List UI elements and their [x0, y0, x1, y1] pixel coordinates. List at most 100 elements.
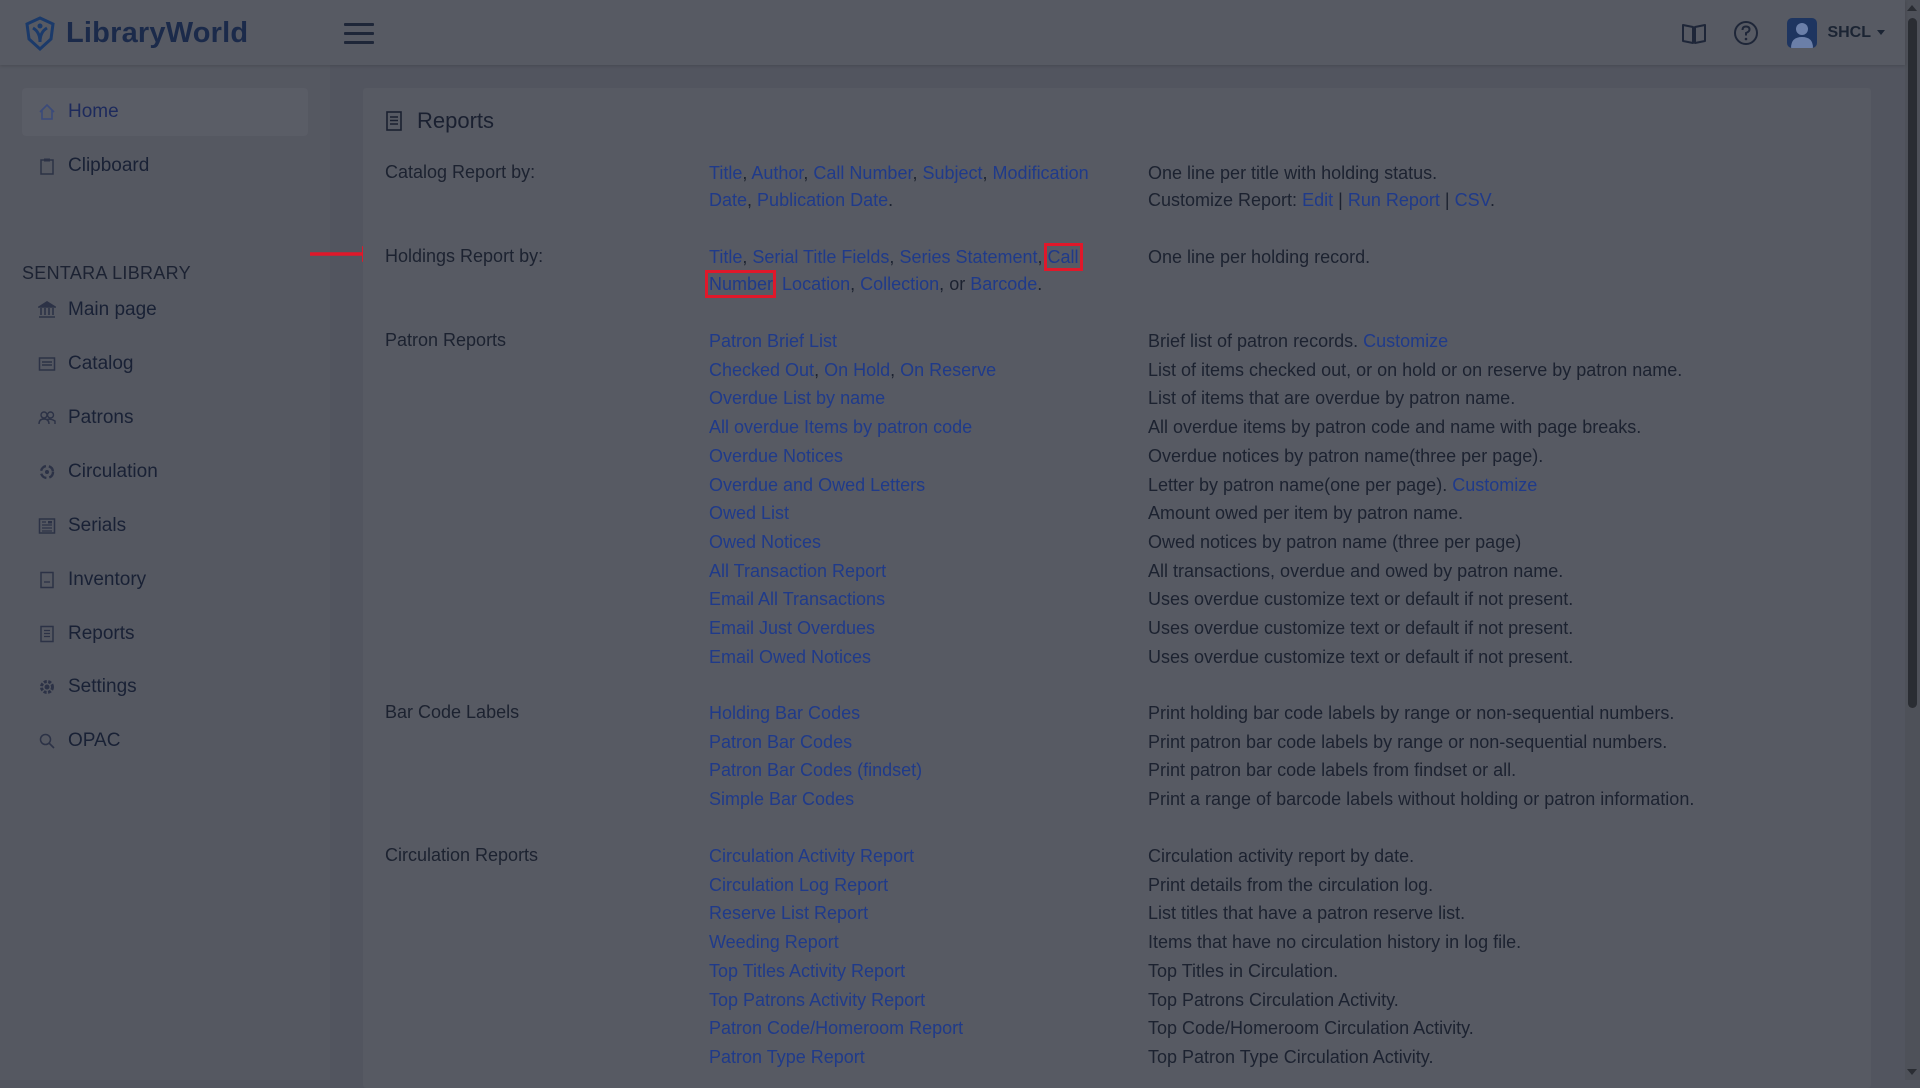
overdue-owed-letters-link[interactable]: Overdue and Owed Letters: [709, 475, 925, 495]
circulation-log-report-link[interactable]: Circulation Log Report: [709, 875, 888, 895]
holdings-series-statement-link[interactable]: Series Statement: [899, 247, 1037, 267]
menu-toggle-icon[interactable]: [344, 20, 374, 46]
scroll-thumb[interactable]: [1908, 18, 1917, 708]
sidebar-item-clipboard[interactable]: Clipboard: [22, 142, 308, 190]
scroll-up-icon[interactable]: [1907, 5, 1917, 11]
chevron-down-icon[interactable]: [1877, 30, 1885, 35]
holdings-barcode-link[interactable]: Barcode: [970, 274, 1037, 294]
help-icon[interactable]: [1731, 18, 1761, 48]
sidebar-item-inventory[interactable]: Inventory: [22, 556, 308, 604]
email-owed-notices-link[interactable]: Email Owed Notices: [709, 647, 871, 667]
gear-icon: [36, 676, 58, 698]
library-section-label: SENTARA LIBRARY: [22, 263, 191, 283]
catalog-report-label: Catalog Report by:: [385, 162, 536, 182]
holdings-location-link[interactable]: Location: [782, 274, 850, 294]
catalog-author-link[interactable]: Author: [751, 163, 803, 183]
reports-icon: [386, 111, 402, 131]
catalog-subject-link[interactable]: Subject: [922, 163, 982, 183]
holdings-collection-link[interactable]: Collection: [860, 274, 939, 294]
library-logo-icon: [25, 16, 55, 51]
holdings-report-label: Holdings Report by:: [385, 246, 544, 266]
top-patrons-activity-report-link[interactable]: Top Patrons Activity Report: [709, 990, 925, 1010]
checked-out-link[interactable]: Checked Out: [709, 360, 814, 380]
scroll-down-icon[interactable]: [1907, 1069, 1917, 1075]
patron-code-homeroom-report-link[interactable]: Patron Code/Homeroom Report: [709, 1018, 963, 1038]
simple-bar-codes-link[interactable]: Simple Bar Codes: [709, 789, 854, 809]
sidebar: Home Clipboard SENTARA LIBRARY Main page…: [0, 65, 330, 1080]
email-all-transactions-link[interactable]: Email All Transactions: [709, 589, 885, 609]
patron-type-report-link[interactable]: Patron Type Report: [709, 1047, 865, 1067]
search-icon: [36, 730, 58, 752]
on-reserve-link[interactable]: On Reserve: [900, 360, 996, 380]
sidebar-item-catalog[interactable]: Catalog: [22, 340, 308, 388]
inventory-icon: [36, 569, 58, 591]
page-title: Reports: [385, 108, 494, 134]
sidebar-item-label: Clipboard: [68, 155, 150, 176]
reports-card: Reports Catalog Report by: Title, Author…: [363, 88, 1871, 1088]
catalog-publication-date-link[interactable]: Publication Date: [757, 190, 888, 210]
patron-brief-list-link[interactable]: Patron Brief List: [709, 331, 837, 351]
catalog-modification-date-link[interactable]: Date: [709, 190, 747, 210]
sidebar-item-opac[interactable]: OPAC: [22, 717, 308, 765]
sidebar-item-label: Patrons: [68, 407, 134, 428]
avatar[interactable]: [1787, 17, 1818, 48]
holdings-call-number-link[interactable]: Call: [1043, 243, 1083, 271]
circulation-icon: [36, 461, 58, 483]
sidebar-item-home[interactable]: Home: [22, 88, 308, 136]
holdings-title-link[interactable]: Title: [709, 247, 742, 267]
sidebar-item-label: Home: [68, 101, 119, 122]
patron-bar-codes-link[interactable]: Patron Bar Codes: [709, 732, 852, 752]
run-report-link[interactable]: Run Report: [1348, 190, 1440, 210]
csv-link[interactable]: CSV: [1455, 190, 1490, 210]
page-title-text: Reports: [417, 108, 495, 133]
user-icon: [1791, 22, 1814, 48]
owed-notices-link[interactable]: Owed Notices: [709, 532, 821, 552]
weeding-report-link[interactable]: Weeding Report: [709, 932, 839, 952]
letters-customize-link[interactable]: Customize: [1452, 475, 1537, 495]
page-scrollbar[interactable]: [1905, 0, 1920, 1080]
sidebar-item-label: Serials: [68, 515, 127, 536]
holdings-serial-title-fields-link[interactable]: Serial Title Fields: [752, 247, 889, 267]
user-menu[interactable]: SHCL: [1827, 24, 1871, 42]
catalog-modification-link[interactable]: Modification: [993, 163, 1089, 183]
sidebar-item-patrons[interactable]: Patrons: [22, 394, 308, 442]
brand-name: LibraryWorld: [66, 16, 249, 49]
top-bar: LibraryWorld SHCL: [0, 0, 1905, 65]
email-just-overdues-link[interactable]: Email Just Overdues: [709, 618, 875, 638]
sidebar-item-reports[interactable]: Reports: [22, 610, 308, 658]
catalog-call-number-link[interactable]: Call Number: [813, 163, 912, 183]
reports-icon: [36, 623, 58, 645]
reserve-list-report-link[interactable]: Reserve List Report: [709, 903, 868, 923]
holdings-call-number-link-cont[interactable]: Number: [704, 270, 777, 298]
sidebar-item-label: Reports: [68, 623, 135, 644]
clipboard-icon: [36, 155, 58, 177]
circulation-activity-report-link[interactable]: Circulation Activity Report: [709, 846, 914, 866]
owed-list-link[interactable]: Owed List: [709, 503, 789, 523]
sidebar-item-label: Circulation: [68, 461, 158, 482]
serials-icon: [36, 515, 58, 537]
sidebar-item-settings[interactable]: Settings: [22, 663, 308, 711]
book-icon[interactable]: [1679, 18, 1709, 48]
all-overdue-items-link[interactable]: All overdue Items by patron code: [709, 417, 972, 437]
sidebar-item-serials[interactable]: Serials: [22, 502, 308, 550]
sidebar-item-label: Settings: [68, 676, 137, 697]
patron-bar-codes-findset-link[interactable]: Patron Bar Codes (findset): [709, 760, 922, 780]
sidebar-item-label: Catalog: [68, 353, 134, 374]
sidebar-item-circulation[interactable]: Circulation: [22, 448, 308, 496]
patron-reports-label: Patron Reports: [385, 330, 507, 350]
sidebar-item-label: Main page: [68, 299, 157, 320]
users-icon: [36, 407, 58, 429]
all-transaction-report-link[interactable]: All Transaction Report: [709, 561, 886, 581]
brand-logo[interactable]: LibraryWorld: [22, 14, 248, 52]
overdue-notices-link[interactable]: Overdue Notices: [709, 446, 843, 466]
catalog-title-link[interactable]: Title: [709, 163, 742, 183]
bank-icon: [36, 299, 58, 321]
holding-bar-codes-link[interactable]: Holding Bar Codes: [709, 703, 860, 723]
on-hold-link[interactable]: On Hold: [824, 360, 890, 380]
patron-customize-link[interactable]: Customize: [1363, 331, 1448, 351]
overdue-list-link[interactable]: Overdue List by name: [709, 388, 885, 408]
top-titles-activity-report-link[interactable]: Top Titles Activity Report: [709, 961, 905, 981]
sidebar-item-main-page[interactable]: Main page: [22, 286, 308, 334]
edit-link[interactable]: Edit: [1302, 190, 1333, 210]
sidebar-item-label: OPAC: [68, 730, 121, 751]
